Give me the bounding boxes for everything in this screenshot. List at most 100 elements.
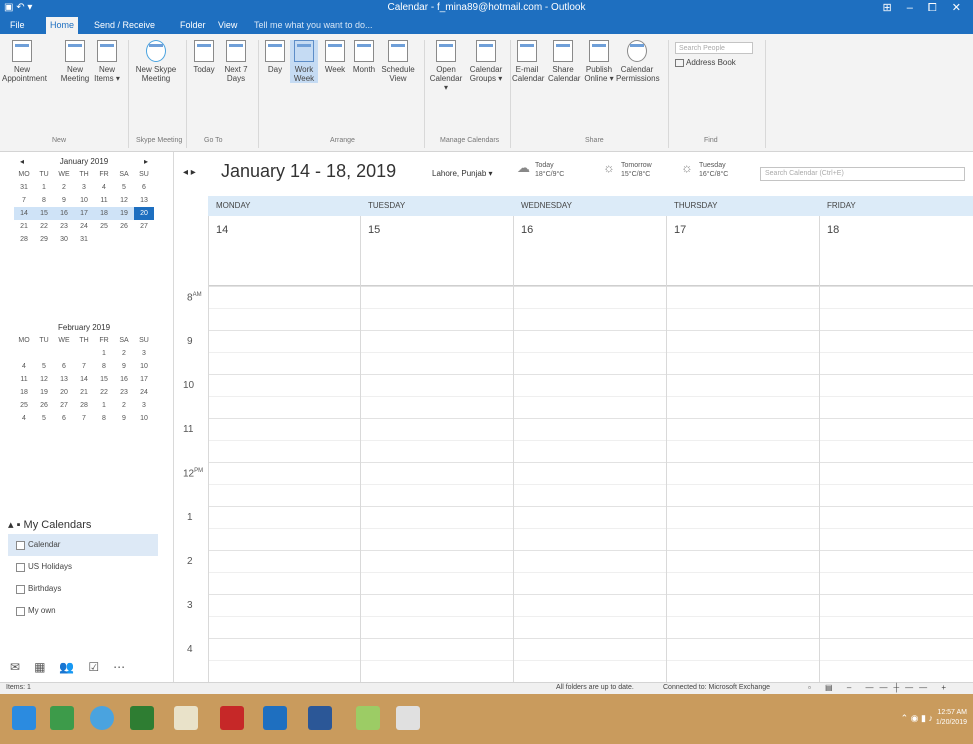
taskbar-explorer-icon[interactable]: [174, 706, 198, 730]
taskbar-app-icon[interactable]: [50, 706, 74, 730]
mini-calendar-day[interactable]: 15: [34, 207, 54, 220]
mini-calendar-day[interactable]: 12: [114, 194, 134, 207]
weather-today[interactable]: ☁ Today 18°C/9°C: [517, 161, 564, 179]
mini-calendar-day[interactable]: 8: [94, 412, 114, 425]
open-calendar-button[interactable]: Open Calendar ▾: [428, 40, 464, 92]
mini-calendar-day[interactable]: 7: [74, 360, 94, 373]
mini-calendar-day[interactable]: 21: [74, 386, 94, 399]
schedule-view-button[interactable]: Schedule View: [380, 40, 416, 83]
mini-calendar-day[interactable]: 3: [134, 347, 154, 360]
window-controls[interactable]: ⊞ – ⧠ ✕: [882, 1, 967, 15]
mini-calendar-day[interactable]: 13: [54, 373, 74, 386]
mini-calendar-day[interactable]: 14: [14, 207, 34, 220]
mini-calendar-day[interactable]: 23: [54, 220, 74, 233]
system-tray[interactable]: ⌃ ◉ ▮ ♪: [901, 713, 933, 724]
mini-calendar-day[interactable]: 10: [134, 360, 154, 373]
taskbar-app-icon[interactable]: [356, 706, 380, 730]
mini-calendar-day[interactable]: 23: [114, 386, 134, 399]
calendar-item-birthdays[interactable]: Birthdays: [8, 578, 158, 600]
search-calendar-input[interactable]: Search Calendar (Ctrl+E): [760, 167, 965, 181]
taskbar-clock[interactable]: 12:57 AM 1/20/2019: [936, 708, 967, 728]
taskbar-outlook-icon[interactable]: [263, 706, 287, 730]
checkbox-icon[interactable]: [16, 563, 25, 572]
mini-calendar-day[interactable]: 27: [134, 220, 154, 233]
checkbox-icon[interactable]: [16, 607, 25, 616]
calendar-item-my-own[interactable]: My own: [8, 600, 158, 622]
mini-calendar-day[interactable]: 6: [54, 360, 74, 373]
mini-calendar-day[interactable]: 17: [74, 207, 94, 220]
mini-calendar-day[interactable]: 18: [14, 386, 34, 399]
mail-icon[interactable]: ✉: [10, 660, 34, 674]
address-book-button[interactable]: Address Book: [675, 58, 736, 67]
more-icon[interactable]: ⋯: [113, 660, 139, 674]
next-month-icon[interactable]: ▸: [144, 156, 148, 168]
mini-calendar-day[interactable]: 28: [74, 399, 94, 412]
mini-calendar-day[interactable]: 17: [134, 373, 154, 386]
mini-calendar-day[interactable]: 13: [134, 194, 154, 207]
taskbar-app-icon[interactable]: [396, 706, 420, 730]
mini-calendar-day[interactable]: 9: [114, 412, 134, 425]
tab-folder[interactable]: Folder: [176, 17, 210, 34]
mini-calendar-day[interactable]: 4: [14, 412, 34, 425]
mini-calendar-day[interactable]: 7: [14, 194, 34, 207]
tab-view[interactable]: View: [214, 17, 241, 34]
mini-calendar-day[interactable]: 4: [94, 181, 114, 194]
calendar-icon[interactable]: ▦: [34, 660, 59, 674]
calendar-permissions-button[interactable]: Calendar Permissions: [616, 40, 660, 83]
checkbox-icon[interactable]: [16, 541, 25, 550]
mini-calendar-day[interactable]: 22: [34, 220, 54, 233]
mini-calendar-day[interactable]: 10: [74, 194, 94, 207]
share-calendar-button[interactable]: Share Calendar: [548, 40, 580, 83]
tab-home[interactable]: Home: [46, 17, 79, 34]
weather-location-dropdown[interactable]: Lahore, Punjab ▾: [432, 169, 493, 178]
mini-calendar-day[interactable]: 25: [14, 399, 34, 412]
email-calendar-button[interactable]: E-mail Calendar: [512, 40, 544, 83]
mini-calendar-day[interactable]: 4: [14, 360, 34, 373]
mini-calendar-day[interactable]: 3: [74, 181, 94, 194]
taskbar-chrome-icon[interactable]: [90, 706, 114, 730]
new-appointment-button[interactable]: New Appointment: [2, 40, 47, 83]
work-week-view-button[interactable]: Work Week: [290, 40, 318, 83]
mini-calendar-day[interactable]: 24: [74, 220, 94, 233]
new-items-button[interactable]: New Items ▾: [92, 40, 122, 83]
mini-calendar-day[interactable]: 9: [114, 360, 134, 373]
calendar-item-calendar[interactable]: Calendar: [8, 534, 158, 556]
taskbar-app-icon[interactable]: [220, 706, 244, 730]
start-icon[interactable]: [12, 706, 36, 730]
all-day-row[interactable]: 14 15 16 17 18: [208, 216, 973, 286]
mini-calendar-day[interactable]: 11: [94, 194, 114, 207]
mini-calendar-day[interactable]: 24: [134, 386, 154, 399]
mini-calendar-day[interactable]: 6: [54, 412, 74, 425]
month-view-button[interactable]: Month: [350, 40, 378, 74]
next-7-days-button[interactable]: Next 7 Days: [220, 40, 252, 83]
mini-calendar-day[interactable]: 16: [114, 373, 134, 386]
mini-calendar-day[interactable]: 3: [134, 399, 154, 412]
mini-calendar-day[interactable]: 21: [14, 220, 34, 233]
mini-calendar-day[interactable]: 2: [54, 181, 74, 194]
mini-calendar-day[interactable]: 14: [74, 373, 94, 386]
expand-collapse-icon[interactable]: ▴ ▪: [8, 519, 24, 531]
tasks-icon[interactable]: ☑: [88, 660, 113, 674]
previous-month-icon[interactable]: ◂: [20, 156, 24, 168]
mini-calendar-day[interactable]: 9: [54, 194, 74, 207]
my-calendars-header[interactable]: ▴ ▪ My Calendars: [8, 516, 158, 534]
mini-calendar-day[interactable]: 26: [34, 399, 54, 412]
mini-calendar-day[interactable]: 27: [54, 399, 74, 412]
calendar-groups-button[interactable]: Calendar Groups ▾: [466, 40, 506, 83]
search-people-input[interactable]: Search People: [675, 42, 753, 54]
tab-file[interactable]: File: [6, 17, 29, 34]
mini-calendar-day[interactable]: 2: [114, 347, 134, 360]
mini-calendar-day[interactable]: 10: [134, 412, 154, 425]
mini-calendar-day[interactable]: 28: [14, 233, 34, 246]
mini-calendar-day[interactable]: 16: [54, 207, 74, 220]
tell-me-search[interactable]: Tell me what you want to do...: [250, 17, 377, 34]
tab-send-receive[interactable]: Send / Receive: [90, 17, 159, 34]
week-nav-arrows[interactable]: ◂ ▸: [183, 167, 196, 178]
zoom-controls[interactable]: ▫ ▤ – ——┼—— +: [808, 683, 952, 692]
mini-calendar-day[interactable]: 15: [94, 373, 114, 386]
day-view-button[interactable]: Day: [262, 40, 288, 74]
mini-calendar-day[interactable]: 5: [34, 412, 54, 425]
weather-tuesday[interactable]: ☼ Tuesday 16°C/8°C: [681, 161, 728, 179]
mini-calendar-day[interactable]: 20: [54, 386, 74, 399]
publish-online-button[interactable]: Publish Online ▾: [584, 40, 614, 83]
